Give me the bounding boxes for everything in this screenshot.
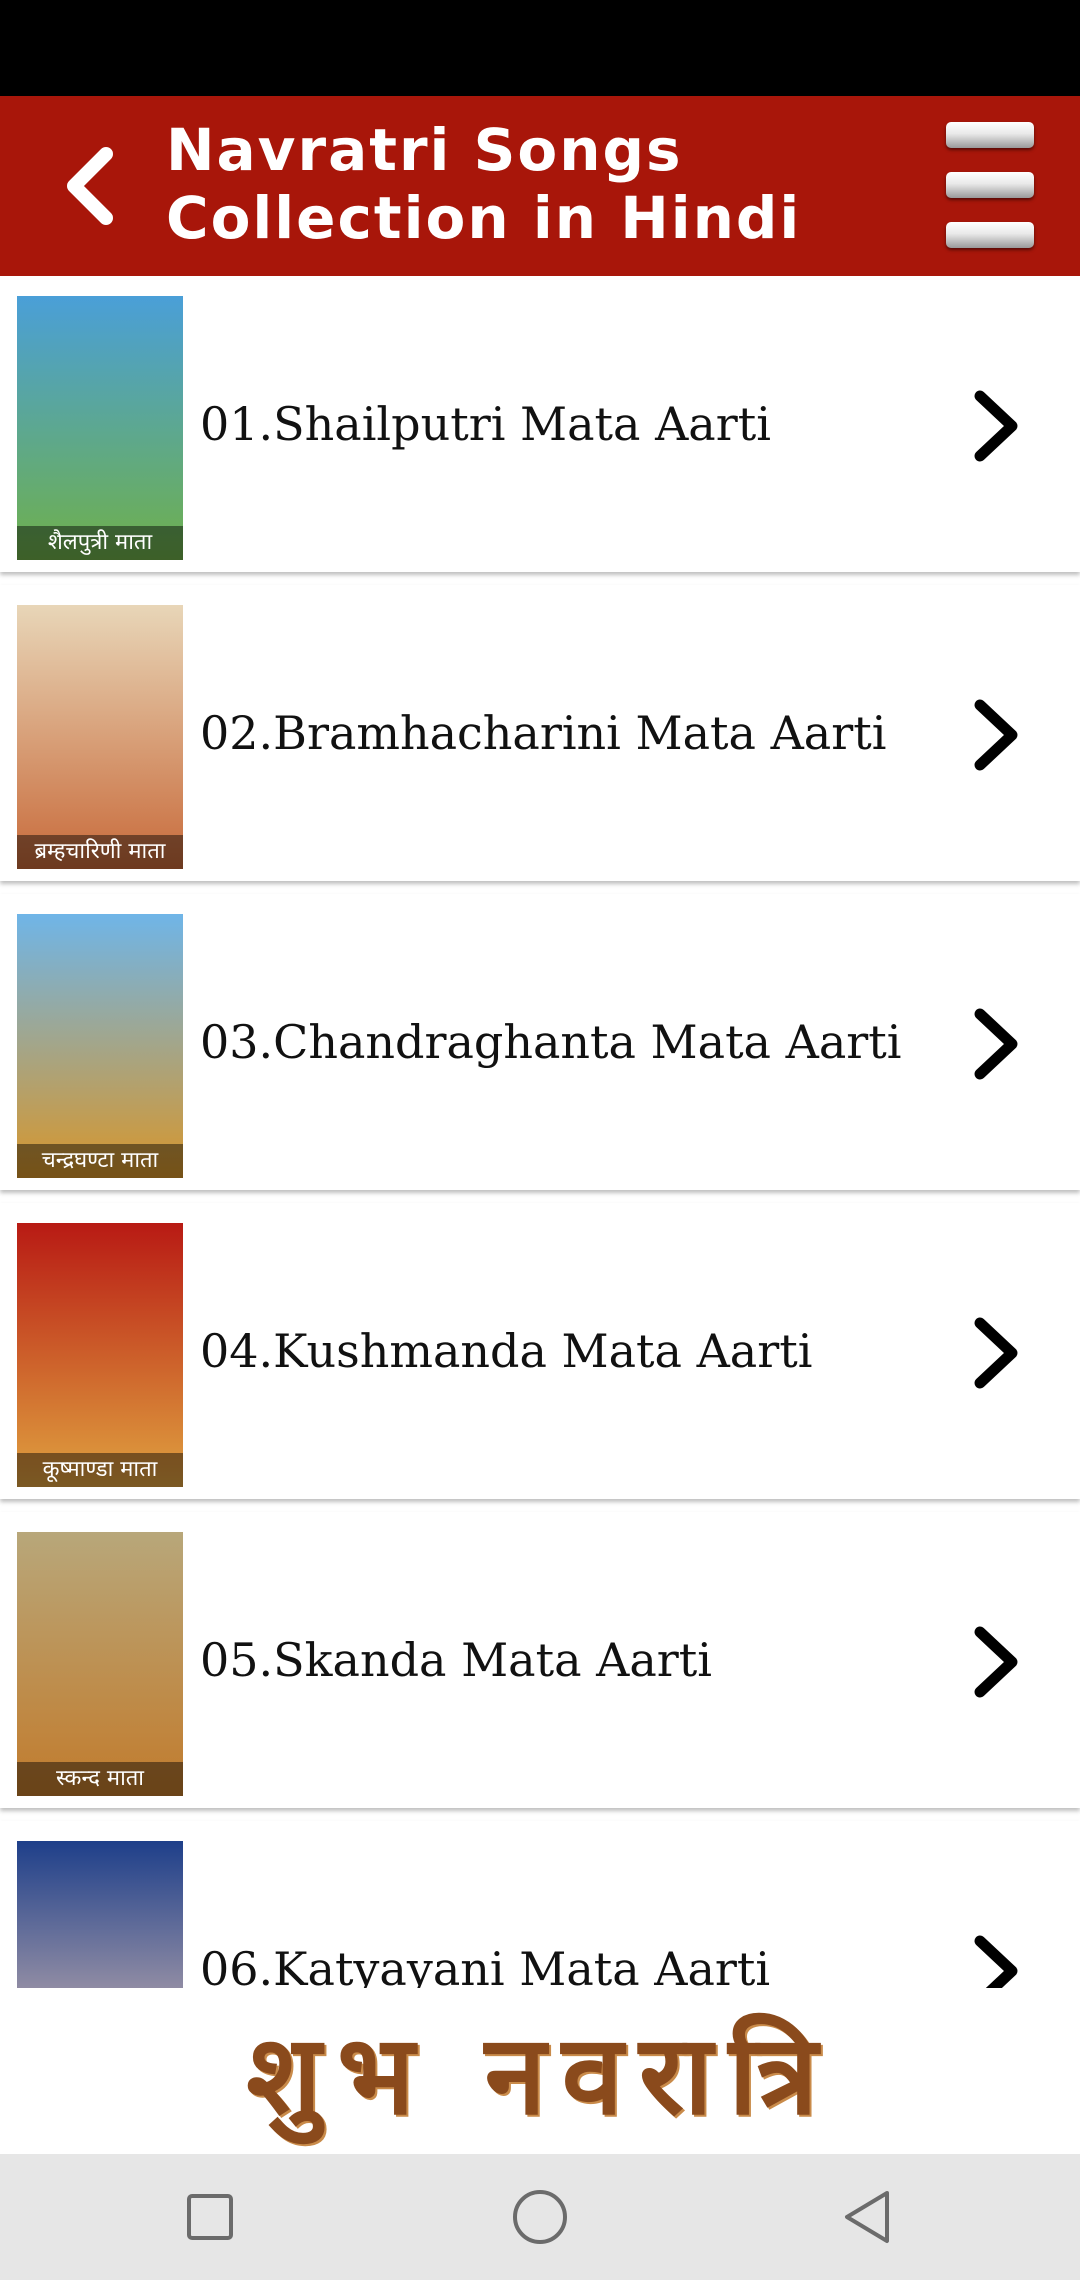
list-item[interactable]: 06.Katyayani Mata Aarti	[0, 1821, 1080, 1988]
chevron-right-icon	[966, 695, 1036, 775]
app-title: Navratri Songs Collection in Hindi	[166, 116, 802, 252]
list-item[interactable]: स्कन्द माता 05.Skanda Mata Aarti	[0, 1512, 1080, 1808]
item-label: 05.Skanda Mata Aarti	[200, 1633, 712, 1687]
recents-button[interactable]	[175, 2182, 245, 2252]
chevron-right-icon	[966, 1931, 1036, 1988]
back-button[interactable]	[40, 136, 140, 236]
aarti-list: शैलपुत्री माता 01.Shailputri Mata Aarti …	[0, 276, 1080, 1988]
list-item[interactable]: चन्द्रघण्टा माता 03.Chandraghanta Mata A…	[0, 894, 1080, 1190]
home-button[interactable]	[505, 2182, 575, 2252]
circle-home-icon	[513, 2190, 567, 2244]
item-label: 04.Kushmanda Mata Aarti	[200, 1324, 813, 1378]
item-label: 03.Chandraghanta Mata Aarti	[200, 1015, 902, 1069]
menu-bar-middle	[946, 172, 1034, 198]
status-bar	[0, 0, 1080, 96]
thumbnail-caption: चन्द्रघण्टा माता	[17, 1144, 183, 1178]
list-item[interactable]: शैलपुत्री माता 01.Shailputri Mata Aarti	[0, 276, 1080, 572]
list-item[interactable]: ब्रम्हचारिणी माता 02.Bramhacharini Mata …	[0, 585, 1080, 881]
thumbnail-caption: ब्रम्हचारिणी माता	[17, 835, 183, 869]
square-recents-icon	[187, 2194, 233, 2240]
app-bar: Navratri Songs Collection in Hindi	[0, 96, 1080, 276]
thumbnail-image: स्कन्द माता	[17, 1532, 183, 1796]
chevron-right-icon	[966, 1622, 1036, 1702]
system-nav-bar	[0, 2154, 1080, 2280]
thumbnail-caption: शैलपुत्री माता	[17, 526, 183, 560]
thumbnail-image: चन्द्रघण्टा माता	[17, 914, 183, 1178]
thumbnail-image: शैलपुत्री माता	[17, 296, 183, 560]
chevron-left-icon	[67, 147, 113, 225]
chevron-right-icon	[966, 1313, 1036, 1393]
thumbnail-image	[17, 1841, 183, 1988]
list-item[interactable]: कूष्माण्डा माता 04.Kushmanda Mata Aarti	[0, 1203, 1080, 1499]
item-label: 06.Katyayani Mata Aarti	[200, 1942, 771, 1988]
triangle-back-icon	[845, 2191, 889, 2243]
thumbnail-image: कूष्माण्डा माता	[17, 1223, 183, 1487]
chevron-right-icon	[966, 386, 1036, 466]
item-label: 02.Bramhacharini Mata Aarti	[200, 706, 887, 760]
menu-button[interactable]	[940, 116, 1040, 256]
banner-text: शुभ नवरात्रि	[246, 2010, 834, 2139]
thumbnail-caption: कूष्माण्डा माता	[17, 1453, 183, 1487]
back-nav-button[interactable]	[832, 2182, 902, 2252]
chevron-right-icon	[966, 1004, 1036, 1084]
shubh-navratri-banner[interactable]: शुभ नवरात्रि	[0, 1988, 1080, 2154]
thumbnail-caption: स्कन्द माता	[17, 1762, 183, 1796]
menu-bar-bottom	[946, 222, 1034, 248]
menu-bar-top	[946, 122, 1034, 148]
thumbnail-image: ब्रम्हचारिणी माता	[17, 605, 183, 869]
item-label: 01.Shailputri Mata Aarti	[200, 397, 771, 451]
